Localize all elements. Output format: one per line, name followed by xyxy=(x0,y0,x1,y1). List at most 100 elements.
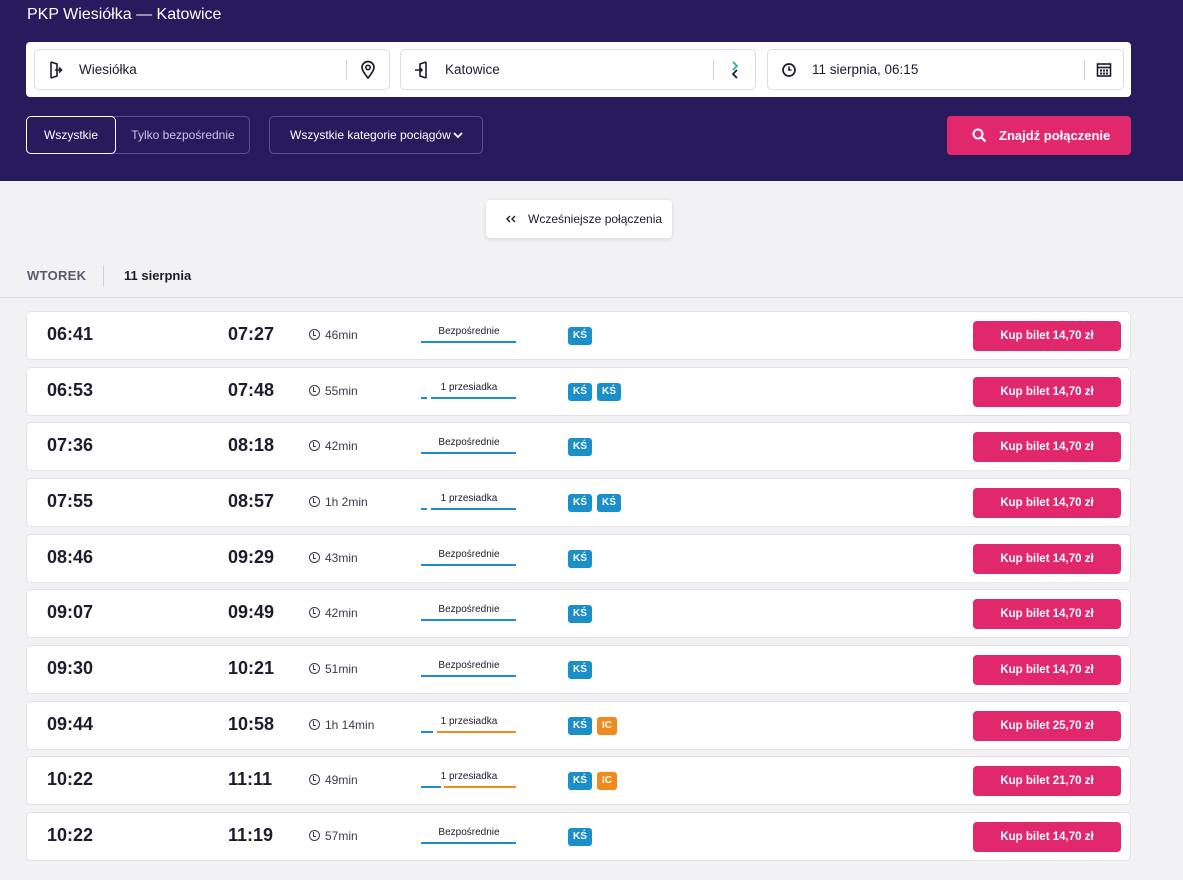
departure-time: 10:22 xyxy=(47,825,94,845)
departure-time: 09:44 xyxy=(47,714,94,734)
route-segment-bar xyxy=(421,675,516,677)
route-segment-bar xyxy=(421,508,427,510)
buy-ticket-button[interactable]: Kup bilet 14,70 zł xyxy=(973,599,1121,629)
to-value: Katowice xyxy=(445,62,500,77)
clock-icon xyxy=(309,663,320,674)
location-pin-icon[interactable] xyxy=(359,60,377,80)
carrier-badge-ic: IC xyxy=(597,772,617,790)
search-header: PKP Wiesiółka — Katowice Wiesiółka Katow… xyxy=(0,0,1183,181)
carrier-badge-ks: KŚ xyxy=(568,383,592,401)
buy-ticket-button[interactable]: Kup bilet 21,70 zł xyxy=(973,766,1121,796)
carrier-badge-ks: KŚ xyxy=(568,661,592,679)
route-segment-bar xyxy=(421,452,516,454)
connection-type-toggle: Wszystkie Tylko bezpośrednie xyxy=(26,116,250,154)
calendar-icon[interactable] xyxy=(1095,60,1113,80)
arrival-time: 10:21 xyxy=(228,658,275,678)
duration-value: 55min xyxy=(325,384,358,398)
route-segment-bar xyxy=(437,731,516,733)
duration-value: 57min xyxy=(325,829,358,843)
arrival-time: 11:19 xyxy=(228,825,274,845)
carrier-badge-ks: KŚ xyxy=(568,327,592,345)
connection-row[interactable]: 07:55 08:57 1h 2min 1 przesiadka KŚ KŚ Kup bil… xyxy=(26,478,1131,527)
connection-row[interactable]: 09:07 09:49 42min Bezpośrednie KŚ Kup bilet 1… xyxy=(26,589,1131,638)
route-segment-bar xyxy=(421,786,441,788)
connection-type-label: Bezpośrednie xyxy=(438,326,500,337)
duration: 42min xyxy=(309,439,358,453)
connection-row[interactable]: 07:36 08:18 42min Bezpośrednie KŚ Kup bilet 1… xyxy=(26,422,1131,471)
connection-row[interactable]: 09:44 10:58 1h 14min 1 przesiadka KŚ IC Kup bi… xyxy=(26,701,1131,750)
train-category-select[interactable]: Wszystkie kategorie pociągów xyxy=(269,116,483,154)
swap-stations-icon[interactable] xyxy=(726,60,744,80)
connection-row[interactable]: 06:41 07:27 46min Bezpośrednie KŚ Kup bilet 1… xyxy=(26,311,1131,360)
date-field[interactable]: 11 sierpnia, 06:15 xyxy=(767,49,1124,90)
connection-row[interactable]: 09:30 10:21 51min Bezpośrednie KŚ Kup bilet 1… xyxy=(26,645,1131,694)
filter-direct-button[interactable]: Tylko bezpośrednie xyxy=(117,117,249,153)
double-chevron-left-icon xyxy=(506,215,516,223)
duration: 49min xyxy=(309,773,358,787)
buy-ticket-button[interactable]: Kup bilet 14,70 zł xyxy=(973,822,1121,852)
clock-icon xyxy=(782,63,796,77)
find-connection-button[interactable]: Znajdź połączenie xyxy=(947,116,1131,155)
buy-ticket-button[interactable]: Kup bilet 14,70 zł xyxy=(973,488,1121,518)
arrival-time: 11:11 xyxy=(228,769,273,789)
duration-value: 1h 2min xyxy=(325,495,368,509)
duration-value: 49min xyxy=(325,773,358,787)
duration-value: 51min xyxy=(325,662,358,676)
filter-all-button[interactable]: Wszystkie xyxy=(26,116,116,154)
duration: 42min xyxy=(309,606,358,620)
connection-row[interactable]: 08:46 09:29 43min Bezpośrednie KŚ Kup bilet 1… xyxy=(26,534,1131,583)
clock-icon xyxy=(309,607,320,618)
arrival-time: 07:48 xyxy=(228,380,275,400)
clock-icon xyxy=(309,385,320,396)
clock-icon xyxy=(309,496,320,507)
route-segment-bar xyxy=(431,508,516,510)
connection-row[interactable]: 10:22 11:11 49min 1 przesiadka KŚ IC Kup bilet… xyxy=(26,756,1131,805)
duration: 43min xyxy=(309,551,358,565)
departure-time: 08:46 xyxy=(47,547,94,567)
buy-ticket-button[interactable]: Kup bilet 14,70 zł xyxy=(973,321,1121,351)
connection-row[interactable]: 06:53 07:48 55min 1 przesiadka KŚ KŚ Kup bilet… xyxy=(26,367,1131,416)
connection-row[interactable]: 10:22 11:19 57min Bezpośrednie KŚ Kup bilet 1… xyxy=(26,812,1131,861)
weekday-label: WTOREK xyxy=(27,268,87,283)
buy-ticket-button[interactable]: Kup bilet 14,70 zł xyxy=(973,377,1121,407)
carrier-badge-ks: KŚ xyxy=(597,494,621,512)
earlier-connections-button[interactable]: Wcześniejsze połączenia xyxy=(486,200,672,238)
carrier-badge-ks: KŚ xyxy=(568,605,592,623)
arrival-time: 10:58 xyxy=(228,714,275,734)
connection-type-label: Bezpośrednie xyxy=(438,660,500,671)
route-segment-bar xyxy=(421,619,516,621)
departure-time: 06:53 xyxy=(47,380,94,400)
buy-ticket-button[interactable]: Kup bilet 14,70 zł xyxy=(973,544,1121,574)
buy-ticket-button[interactable]: Kup bilet 14,70 zł xyxy=(973,655,1121,685)
to-field[interactable]: Katowice xyxy=(400,49,756,90)
route-segment-bar xyxy=(421,731,433,733)
route-segment-bar xyxy=(421,842,516,844)
duration-value: 42min xyxy=(325,606,358,620)
find-connection-label: Znajdź połączenie xyxy=(999,128,1111,143)
divider xyxy=(1084,60,1085,80)
clock-icon xyxy=(309,329,320,340)
carrier-badge-ks: KŚ xyxy=(568,438,592,456)
duration: 55min xyxy=(309,384,358,398)
route-segment-bar xyxy=(421,397,427,399)
connection-type-label: 1 przesiadka xyxy=(440,716,498,727)
divider xyxy=(0,297,1183,298)
search-box: Wiesiółka Katowice 11 sierpnia, 06:15 xyxy=(26,42,1131,97)
clock-icon xyxy=(309,440,320,451)
duration-value: 46min xyxy=(325,328,358,342)
page-title: PKP Wiesiółka — Katowice xyxy=(27,6,222,23)
duration-value: 42min xyxy=(325,439,358,453)
carrier-badge-ks: KŚ xyxy=(568,717,592,735)
buy-ticket-button[interactable]: Kup bilet 25,70 zł xyxy=(973,711,1121,741)
buy-ticket-button[interactable]: Kup bilet 14,70 zł xyxy=(973,432,1121,462)
connection-type-label: 1 przesiadka xyxy=(440,493,498,504)
divider xyxy=(346,60,347,80)
carrier-badge-ks: KŚ xyxy=(568,494,592,512)
from-value: Wiesiółka xyxy=(79,62,137,77)
departure-time: 06:41 xyxy=(47,324,94,344)
search-icon xyxy=(972,128,987,143)
date-value: 11 sierpnia, 06:15 xyxy=(812,62,919,77)
from-field[interactable]: Wiesiółka xyxy=(34,49,390,90)
divider xyxy=(103,265,104,287)
connection-type-label: Bezpośrednie xyxy=(438,604,500,615)
